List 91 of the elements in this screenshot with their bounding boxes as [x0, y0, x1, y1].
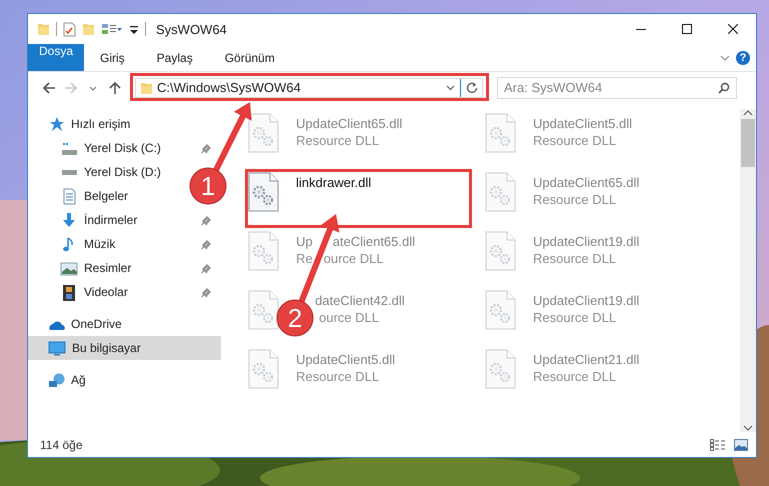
details-view-icon[interactable]	[710, 438, 726, 450]
step-badge: 1	[190, 168, 226, 204]
search-icon[interactable]	[718, 82, 730, 94]
file-gear-icon	[485, 290, 517, 331]
drive-icon	[60, 168, 78, 176]
file-gear-icon	[248, 349, 280, 390]
file-gear-icon	[248, 231, 280, 272]
sidebar-item[interactable]: Bu bilgisayar	[28, 337, 145, 359]
file-name[interactable]: UpdateClient5.dll	[296, 352, 396, 367]
file-type: Resource DLL	[533, 369, 616, 384]
file-name[interactable]: dateClient42.dll	[315, 293, 405, 308]
sidebar-label: OneDrive	[71, 317, 122, 331]
help-button[interactable]: ?	[736, 50, 750, 64]
file-gear-icon	[248, 113, 280, 154]
sidebar-label: Hızlı erişim	[71, 117, 130, 131]
sidebar-item[interactable]: Resimler	[28, 257, 136, 279]
scrollbar-thumb[interactable]	[741, 119, 755, 167]
ribbon-tab[interactable]: Giriş	[84, 44, 141, 71]
file-type: Resource DLL	[533, 192, 616, 207]
sidebar-label: Belgeler	[84, 189, 128, 203]
item-count: 114 öğe	[40, 438, 84, 452]
checklist-icon[interactable]	[63, 22, 76, 36]
pin-icon[interactable]	[201, 142, 213, 154]
sidebar-item[interactable]: OneDrive	[28, 313, 126, 335]
ribbon-tab[interactable]: Paylaş	[140, 44, 209, 71]
back-arrow-icon[interactable]	[42, 80, 56, 94]
file-type: Resource DLL	[296, 133, 380, 148]
scroll-up-icon[interactable]	[743, 109, 753, 117]
sidebar-label: Ağ	[71, 373, 86, 387]
search-field[interactable]: Ara: SysWOW64	[497, 76, 737, 98]
scroll-down-icon[interactable]	[743, 424, 753, 432]
file-name[interactable]: UpdateClient19.dll	[533, 293, 640, 308]
sidebar-item[interactable]: Videolar	[28, 281, 132, 303]
file-gear-icon	[485, 172, 517, 213]
sidebar-label: İndirmeler	[84, 213, 138, 227]
file-name[interactable]: UpdateClient19.dll	[533, 234, 640, 249]
file-name[interactable]: ateClient65.dll	[332, 234, 416, 249]
sidebar-label: Müzik	[84, 237, 116, 251]
monitor-icon	[48, 340, 66, 356]
maximize-icon[interactable]	[682, 24, 692, 34]
file-type: ource DLL	[319, 310, 379, 325]
file-gear-icon	[485, 113, 517, 154]
window-title: SysWOW64	[156, 22, 228, 36]
file-type: Resource DLL	[533, 133, 616, 148]
file-name[interactable]: UpdateClient21.dll	[533, 352, 640, 367]
file-name[interactable]: linkdrawer.dll	[296, 175, 372, 190]
sidebar-item[interactable]: Müzik	[28, 233, 120, 255]
large-icons-view-icon[interactable]	[734, 438, 748, 450]
file-type: ource DLL	[324, 251, 384, 266]
file-gear-icon	[485, 349, 517, 390]
pin-icon[interactable]	[201, 262, 213, 274]
file-gear-icon	[248, 290, 280, 331]
close-icon[interactable]	[728, 24, 738, 34]
sidebar-item[interactable]: İndirmeler	[28, 209, 142, 231]
image-icon	[60, 260, 78, 276]
file-type: Re	[296, 251, 313, 266]
sidebar-item[interactable]: Yerel Disk (D:)	[28, 161, 165, 183]
scrollbar[interactable]	[740, 109, 756, 432]
sidebar-item[interactable]: Belgeler	[28, 185, 132, 207]
view-icon[interactable]	[101, 22, 123, 36]
file-type: Resource DLL	[533, 310, 616, 325]
sidebar-label: Yerel Disk (C:)	[84, 141, 161, 155]
pin-icon[interactable]	[201, 214, 213, 226]
file-tab[interactable]: Dosya	[28, 44, 84, 71]
file-name[interactable]: UpdateClient5.dll	[533, 116, 632, 131]
file-name[interactable]: Up	[296, 234, 313, 249]
pin-icon[interactable]	[201, 286, 213, 298]
sidebar-item[interactable]: Ağ	[28, 369, 90, 391]
ribbon-tab[interactable]: Görünüm	[208, 44, 291, 71]
file-name[interactable]: UpdateClient65.dll	[296, 116, 402, 131]
pin-icon[interactable]	[201, 238, 213, 250]
film-icon	[60, 284, 78, 300]
chevron-icon[interactable]	[720, 54, 730, 60]
sidebar-label: Videolar	[84, 285, 128, 299]
sidebar-label: Yerel Disk (D:)	[84, 165, 161, 179]
sidebar-item[interactable]: Yerel Disk (C:)	[28, 137, 165, 159]
file-gear-icon	[248, 172, 280, 213]
sidebar-label: Bu bilgisayar	[72, 341, 141, 355]
sidebar-item[interactable]: Hızlı erişim	[28, 113, 134, 135]
star-icon	[48, 116, 65, 132]
file-type: Resource DLL	[296, 369, 380, 384]
file-gear-icon	[485, 231, 517, 272]
file-type: Resource DLL	[533, 251, 616, 266]
network-icon	[48, 372, 65, 388]
file-name[interactable]: UpdateClient65.dll	[533, 175, 640, 190]
folder-icon	[37, 22, 50, 36]
drive-icon	[60, 140, 78, 156]
download-arrow-icon	[60, 212, 78, 228]
sidebar-label: Resimler	[84, 261, 132, 275]
step-badge: 2	[276, 300, 314, 336]
up-arrow-icon[interactable]	[108, 80, 122, 94]
